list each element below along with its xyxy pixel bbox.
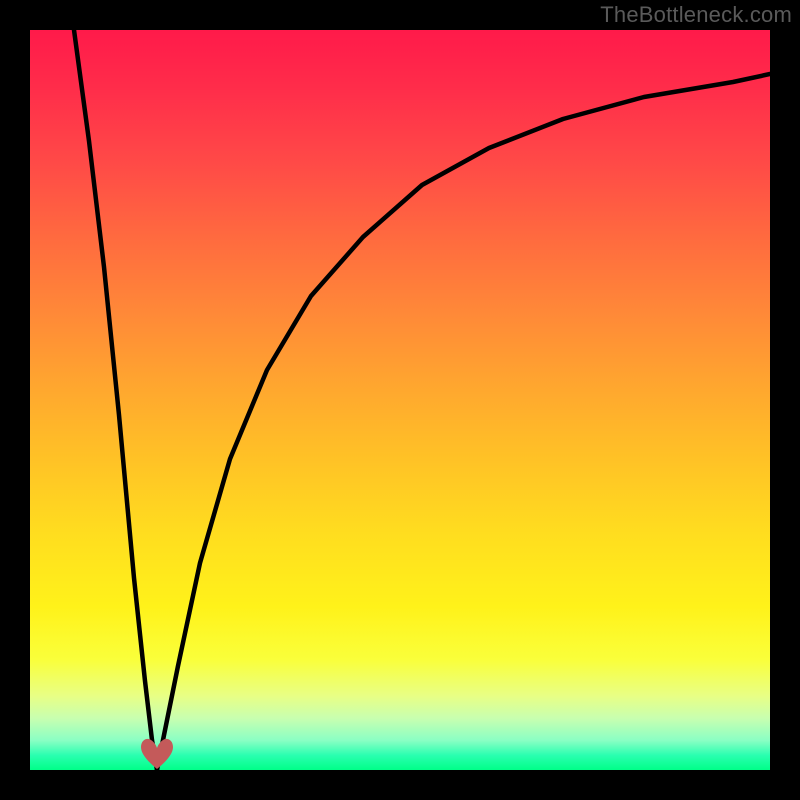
heart-marker: [141, 739, 173, 769]
heart-icon: [141, 739, 173, 769]
plot-area: [30, 30, 770, 770]
chart-container: TheBottleneck.com: [0, 0, 800, 800]
curve-right-branch: [157, 74, 770, 770]
watermark-text: TheBottleneck.com: [600, 2, 792, 28]
curve-layer: [30, 30, 770, 770]
curve-left-branch: [74, 30, 157, 770]
